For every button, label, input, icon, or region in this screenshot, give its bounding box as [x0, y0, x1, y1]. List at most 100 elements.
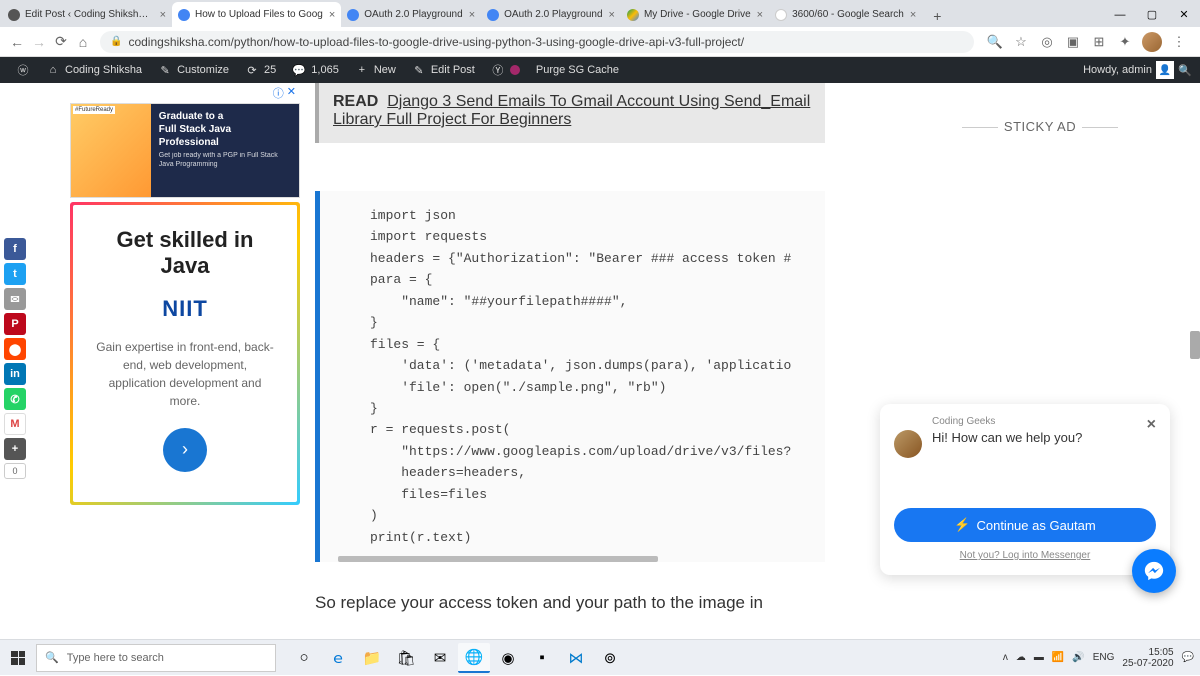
ad-card-title: Get skilled in Java: [93, 227, 277, 280]
twitter-icon[interactable]: t: [4, 263, 26, 285]
share-icon[interactable]: +: [4, 438, 26, 460]
edge-icon[interactable]: ｅ: [322, 643, 354, 673]
tab-oauth-playground-2[interactable]: OAuth 2.0 Playground×: [481, 2, 621, 27]
tab-my-drive[interactable]: My Drive - Google Drive×: [621, 2, 769, 27]
explorer-icon[interactable]: 📁: [356, 643, 388, 673]
taskbar-search[interactable]: 🔍Type here to search: [36, 644, 276, 672]
ext-1-icon[interactable]: ◎: [1038, 33, 1056, 51]
pinterest-icon[interactable]: P: [4, 313, 26, 335]
wp-profile-icon[interactable]: 👤: [1156, 61, 1174, 79]
read-tag: READ: [333, 93, 378, 110]
tab-edit-post[interactable]: Edit Post ‹ Coding Shiksha —×: [2, 2, 172, 27]
maximize-button[interactable]: ▢: [1136, 2, 1168, 27]
new-tab-button[interactable]: +: [926, 5, 948, 27]
tab-how-to-upload[interactable]: How to Upload Files to Goog×: [172, 2, 341, 27]
onedrive-icon[interactable]: ☁: [1016, 652, 1026, 663]
lang-indicator[interactable]: ENG: [1093, 652, 1115, 663]
search-icon: 🔍: [45, 651, 59, 664]
ad-close-icon[interactable]: ✕: [287, 85, 296, 101]
browser-titlebar: Edit Post ‹ Coding Shiksha —× How to Upl…: [0, 0, 1200, 27]
social-share-column: f t ✉ P ⬤ in ✆ M + 0: [4, 238, 26, 479]
left-ad: ⓘ✕ Graduate to a Full Stack Java Profess…: [70, 83, 300, 505]
notifications-icon[interactable]: 💬: [1182, 652, 1194, 663]
menu-icon[interactable]: ⋮: [1170, 33, 1188, 51]
close-icon[interactable]: ×: [609, 9, 615, 21]
profile-avatar[interactable]: [1142, 32, 1162, 52]
code-content[interactable]: import json import requests headers = {"…: [320, 191, 825, 562]
chat-notyou-link[interactable]: Not you? Log into Messenger: [894, 550, 1156, 561]
vscode-icon[interactable]: ⋈: [560, 643, 592, 673]
wp-howdy[interactable]: Howdy, admin: [1083, 64, 1152, 76]
ad-header[interactable]: Graduate to a Full Stack Java Profession…: [70, 103, 300, 198]
ad-arrow-button[interactable]: ›: [163, 428, 207, 472]
extensions: 🔍 ☆ ◎ ▣ ⊞ ✦ ⋮: [986, 32, 1188, 52]
forward-button[interactable]: →: [28, 31, 50, 53]
read-link[interactable]: Django 3 Send Emails To Gmail Account Us…: [333, 93, 810, 128]
volume-icon[interactable]: 🔊: [1072, 652, 1084, 663]
close-icon[interactable]: ×: [329, 9, 335, 21]
extensions-icon[interactable]: ✦: [1116, 33, 1134, 51]
close-icon[interactable]: ×: [757, 9, 763, 21]
tray-up-icon[interactable]: ʌ: [1003, 652, 1008, 663]
tab-oauth-playground-1[interactable]: OAuth 2.0 Playground×: [341, 2, 481, 27]
wp-logo[interactable]: ⓦ: [8, 63, 38, 77]
ad-head-title: Graduate to a Full Stack Java Profession…: [159, 110, 291, 149]
reload-button[interactable]: ⟳: [50, 31, 72, 53]
system-tray: ʌ ☁ ▬ 📶 🔊 ENG 15:05 25-07-2020 💬: [1003, 647, 1200, 669]
battery-icon[interactable]: ▬: [1034, 652, 1044, 663]
wp-admin-bar: ⓦ ⌂Coding Shiksha ✎Customize ⟳25 💬1,065 …: [0, 57, 1200, 83]
start-button[interactable]: [0, 640, 36, 676]
zoom-icon[interactable]: 🔍: [986, 33, 1004, 51]
star-icon[interactable]: ☆: [1012, 33, 1030, 51]
wp-purge[interactable]: Purge SG Cache: [528, 64, 627, 76]
facebook-icon[interactable]: f: [4, 238, 26, 260]
ad-info-icon[interactable]: ⓘ: [273, 85, 284, 101]
chat-continue-button[interactable]: ⚡Continue as Gautam: [894, 508, 1156, 542]
wp-customize[interactable]: ✎Customize: [150, 63, 237, 77]
app-icon[interactable]: ⊚: [594, 643, 626, 673]
chat-sender: Coding Geeks: [932, 416, 1147, 427]
wp-search-icon[interactable]: 🔍: [1178, 63, 1192, 77]
chat-close-icon[interactable]: ×: [1147, 416, 1156, 434]
ad-photo: [71, 104, 151, 197]
reddit-icon[interactable]: ⬤: [4, 338, 26, 360]
ext-3-icon[interactable]: ⊞: [1090, 33, 1108, 51]
mail-icon[interactable]: ✉: [424, 643, 456, 673]
wifi-icon[interactable]: 📶: [1052, 652, 1064, 663]
wp-edit[interactable]: ✎Edit Post: [404, 63, 483, 77]
code-block: import json import requests headers = {"…: [315, 191, 825, 562]
back-button[interactable]: ←: [6, 31, 28, 53]
ad-desc: Gain expertise in front-end, back-end, w…: [93, 338, 277, 410]
tab-google-search[interactable]: 3600/60 - Google Search×: [769, 2, 922, 27]
whatsapp-icon[interactable]: ✆: [4, 388, 26, 410]
cortana-icon[interactable]: ○: [288, 643, 320, 673]
sticky-ad-label: STICKY AD: [950, 119, 1130, 134]
chrome-icon[interactable]: 🌐: [458, 643, 490, 673]
gmail-icon[interactable]: M: [4, 413, 26, 435]
close-icon[interactable]: ×: [160, 9, 166, 21]
address-bar[interactable]: 🔒 codingshiksha.com/python/how-to-upload…: [100, 31, 974, 53]
ad-card[interactable]: Get skilled in Java NIIT Gain expertise …: [70, 202, 300, 505]
clock[interactable]: 15:05 25-07-2020: [1122, 647, 1173, 669]
close-icon[interactable]: ×: [469, 9, 475, 21]
wp-yoast[interactable]: Ⓨ: [483, 63, 528, 77]
close-window-button[interactable]: ✕: [1168, 2, 1200, 27]
article-main: READ Django 3 Send Emails To Gmail Accou…: [315, 83, 825, 616]
scrollbar-thumb[interactable]: [1190, 331, 1200, 359]
email-icon[interactable]: ✉: [4, 288, 26, 310]
wp-comments[interactable]: 💬1,065: [284, 63, 347, 77]
wp-site[interactable]: ⌂Coding Shiksha: [38, 63, 150, 77]
home-button[interactable]: ⌂: [72, 31, 94, 53]
obs-icon[interactable]: ◉: [492, 643, 524, 673]
lock-icon: 🔒: [110, 36, 122, 47]
store-icon[interactable]: 🛍: [390, 643, 422, 673]
wp-updates[interactable]: ⟳25: [237, 63, 284, 77]
messenger-fab[interactable]: [1132, 549, 1176, 593]
close-icon[interactable]: ×: [910, 9, 916, 21]
terminal-icon[interactable]: ▪: [526, 643, 558, 673]
linkedin-icon[interactable]: in: [4, 363, 26, 385]
wp-new[interactable]: +New: [347, 63, 404, 77]
ext-2-icon[interactable]: ▣: [1064, 33, 1082, 51]
url-bar: ← → ⟳ ⌂ 🔒 codingshiksha.com/python/how-t…: [0, 27, 1200, 57]
minimize-button[interactable]: —: [1104, 2, 1136, 27]
